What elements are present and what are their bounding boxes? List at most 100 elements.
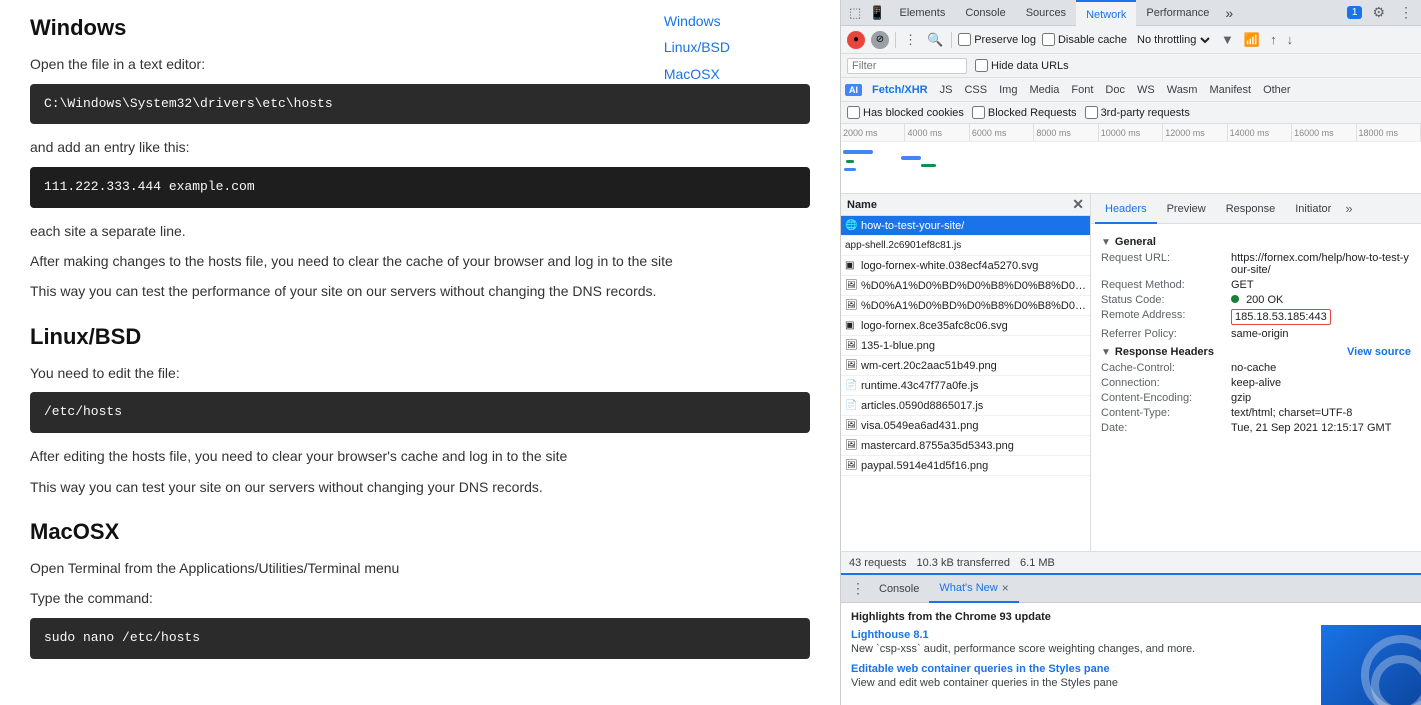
tab-console[interactable]: Console xyxy=(955,0,1015,26)
connection-value: keep-alive xyxy=(1231,377,1281,389)
blocked-requests-label: Blocked Requests xyxy=(988,107,1077,119)
has-blocked-cookies-check[interactable]: Has blocked cookies xyxy=(847,106,964,119)
bottom-tab-whatsnew[interactable]: What's New × xyxy=(929,575,1018,603)
type-css[interactable]: CSS xyxy=(958,78,993,102)
more-options-icon[interactable]: ⋮ xyxy=(1395,2,1417,23)
tab-performance[interactable]: Performance xyxy=(1136,0,1219,26)
request-item-1[interactable]: app-shell.2c6901ef8c81.js xyxy=(841,236,1090,256)
general-arrow-icon[interactable]: ▼ xyxy=(1101,237,1111,248)
response-headers-section-title: ▼ Response Headers View source xyxy=(1101,346,1411,358)
close-details-button[interactable]: ✕ xyxy=(1072,196,1084,213)
blocked-bar: Has blocked cookies Blocked Requests 3rd… xyxy=(841,102,1421,124)
record-button[interactable]: ● xyxy=(847,31,865,49)
filter-icon[interactable]: ⋮ xyxy=(902,30,919,50)
request-item-10[interactable]: 🖼 visa.0549ea6ad431.png xyxy=(841,416,1090,436)
main-content: Windows Linux/BSD MacOSX Windows Open th… xyxy=(0,0,840,705)
third-party-input[interactable] xyxy=(1085,106,1098,119)
hide-data-urls-input[interactable] xyxy=(975,59,988,72)
blocked-requests-check[interactable]: Blocked Requests xyxy=(972,106,1077,119)
request-item-7[interactable]: 🖼 wm-cert.20c2aac51b49.png xyxy=(841,356,1090,376)
request-url-key: Request URL: xyxy=(1101,252,1231,276)
settings-icon[interactable]: ⚙ xyxy=(1368,2,1389,23)
linux-p2: This way you can test your site on our s… xyxy=(30,476,810,498)
disable-cache-checkbox[interactable]: Disable cache xyxy=(1042,33,1127,46)
status-code-text: 200 OK xyxy=(1246,294,1283,306)
request-name-10: visa.0549ea6ad431.png xyxy=(861,420,978,432)
request-item-9[interactable]: 📄 articles.0590d8865017.js xyxy=(841,396,1090,416)
type-manifest[interactable]: Manifest xyxy=(1203,78,1257,102)
tab-elements[interactable]: Elements xyxy=(889,0,955,26)
request-item-0[interactable]: 🌐 how-to-test-your-site/ xyxy=(841,216,1090,236)
type-media[interactable]: Media xyxy=(1023,78,1065,102)
filter-input[interactable] xyxy=(847,58,967,74)
response-headers-label: Response Headers xyxy=(1115,346,1214,358)
type-font[interactable]: Font xyxy=(1065,78,1099,102)
headers-content: ▼ General Request URL: https://fornex.co… xyxy=(1091,224,1421,443)
transferred-size: 10.3 kB transferred xyxy=(916,557,1010,569)
requests-count: 43 requests xyxy=(849,557,906,569)
hide-data-urls-label: Hide data URLs xyxy=(991,60,1069,72)
type-ws[interactable]: WS xyxy=(1131,78,1161,102)
details-tab-headers[interactable]: Headers xyxy=(1095,194,1157,224)
type-wasm[interactable]: Wasm xyxy=(1161,78,1204,102)
details-tab-initiator[interactable]: Initiator xyxy=(1285,194,1341,224)
bottom-more-icon[interactable]: ⋮ xyxy=(847,578,869,599)
tab-network[interactable]: Network xyxy=(1076,0,1136,26)
whatsnew-close-button[interactable]: × xyxy=(1002,574,1009,602)
timeline-area[interactable]: 2000 ms 4000 ms 6000 ms 8000 ms 10000 ms… xyxy=(841,124,1421,194)
response-headers-arrow-icon[interactable]: ▼ xyxy=(1101,347,1111,358)
details-tab-more[interactable]: » xyxy=(1345,201,1352,216)
nav-macosx[interactable]: MacOSX xyxy=(664,63,730,85)
preserve-log-input[interactable] xyxy=(958,33,971,46)
disable-cache-label: Disable cache xyxy=(1058,34,1127,46)
img-icon-12: 🖼 xyxy=(845,460,857,472)
throttle-arrow-icon[interactable]: ▼ xyxy=(1219,30,1236,49)
bottom-tab-console[interactable]: Console xyxy=(869,575,929,603)
content-encoding-row: Content-Encoding: gzip xyxy=(1101,392,1411,404)
request-item-3[interactable]: 🖼 %D0%A1%D0%BD%D0%B8%D0%B8%D0%B... xyxy=(841,276,1090,296)
request-name-9: articles.0590d8865017.js xyxy=(861,400,983,412)
request-item-8[interactable]: 📄 runtime.43c47f77a0fe.js xyxy=(841,376,1090,396)
request-item-6[interactable]: 🖼 135-1-blue.png xyxy=(841,336,1090,356)
type-other[interactable]: Other xyxy=(1257,78,1297,102)
tick-16000: 16000 ms xyxy=(1292,124,1356,141)
waterfall-bar-5 xyxy=(921,164,936,167)
request-item-2[interactable]: ▣ logo-fornex-white.038ecf4a5270.svg xyxy=(841,256,1090,276)
third-party-check[interactable]: 3rd-party requests xyxy=(1085,106,1190,119)
stop-button[interactable]: ⊘ xyxy=(871,31,889,49)
request-item-4[interactable]: 🖼 %D0%A1%D0%BD%D0%B8%D0%B8%D0%B... xyxy=(841,296,1090,316)
referrer-policy-row: Referrer Policy: same-origin xyxy=(1101,328,1411,340)
search-icon[interactable]: 🔍 xyxy=(925,30,945,50)
blocked-requests-input[interactable] xyxy=(972,106,985,119)
request-name-0: how-to-test-your-site/ xyxy=(861,220,964,232)
hide-data-urls-check[interactable]: Hide data URLs xyxy=(975,59,1069,72)
nav-windows[interactable]: Windows xyxy=(664,10,730,32)
preserve-log-checkbox[interactable]: Preserve log xyxy=(958,33,1036,46)
status-dot xyxy=(1231,295,1239,303)
details-tab-preview[interactable]: Preview xyxy=(1157,194,1216,224)
request-item-5[interactable]: ▣ logo-fornex.8ce35afc8c06.svg xyxy=(841,316,1090,336)
details-tab-response[interactable]: Response xyxy=(1216,194,1286,224)
tab-more[interactable]: » xyxy=(1219,5,1239,21)
request-item-12[interactable]: 🖼 paypal.5914e41d5f16.png xyxy=(841,456,1090,476)
type-doc[interactable]: Doc xyxy=(1099,78,1131,102)
device-icon[interactable]: 📱 xyxy=(865,3,889,23)
toolbar-divider-2 xyxy=(951,32,952,48)
tab-sources[interactable]: Sources xyxy=(1016,0,1076,26)
inspect-icon[interactable]: ⬚ xyxy=(845,3,865,23)
view-source-link[interactable]: View source xyxy=(1347,346,1411,358)
throttling-select[interactable]: No throttling xyxy=(1133,33,1213,47)
type-js[interactable]: JS xyxy=(934,78,959,102)
request-item-11[interactable]: 🖼 mastercard.8755a35d5343.png xyxy=(841,436,1090,456)
third-party-label: 3rd-party requests xyxy=(1101,107,1190,119)
type-fetch-xhr[interactable]: Fetch/XHR xyxy=(866,78,934,102)
has-blocked-cookies-input[interactable] xyxy=(847,106,860,119)
request-url-value: https://fornex.com/help/how-to-test-your… xyxy=(1231,252,1411,276)
windows-p3: This way you can test the performance of… xyxy=(30,280,810,302)
disable-cache-input[interactable] xyxy=(1042,33,1055,46)
content-type-key: Content-Type: xyxy=(1101,407,1231,419)
content-encoding-key: Content-Encoding: xyxy=(1101,392,1231,404)
nav-linux[interactable]: Linux/BSD xyxy=(664,36,730,58)
download-icon: ↓ xyxy=(1285,30,1296,49)
type-img[interactable]: Img xyxy=(993,78,1023,102)
